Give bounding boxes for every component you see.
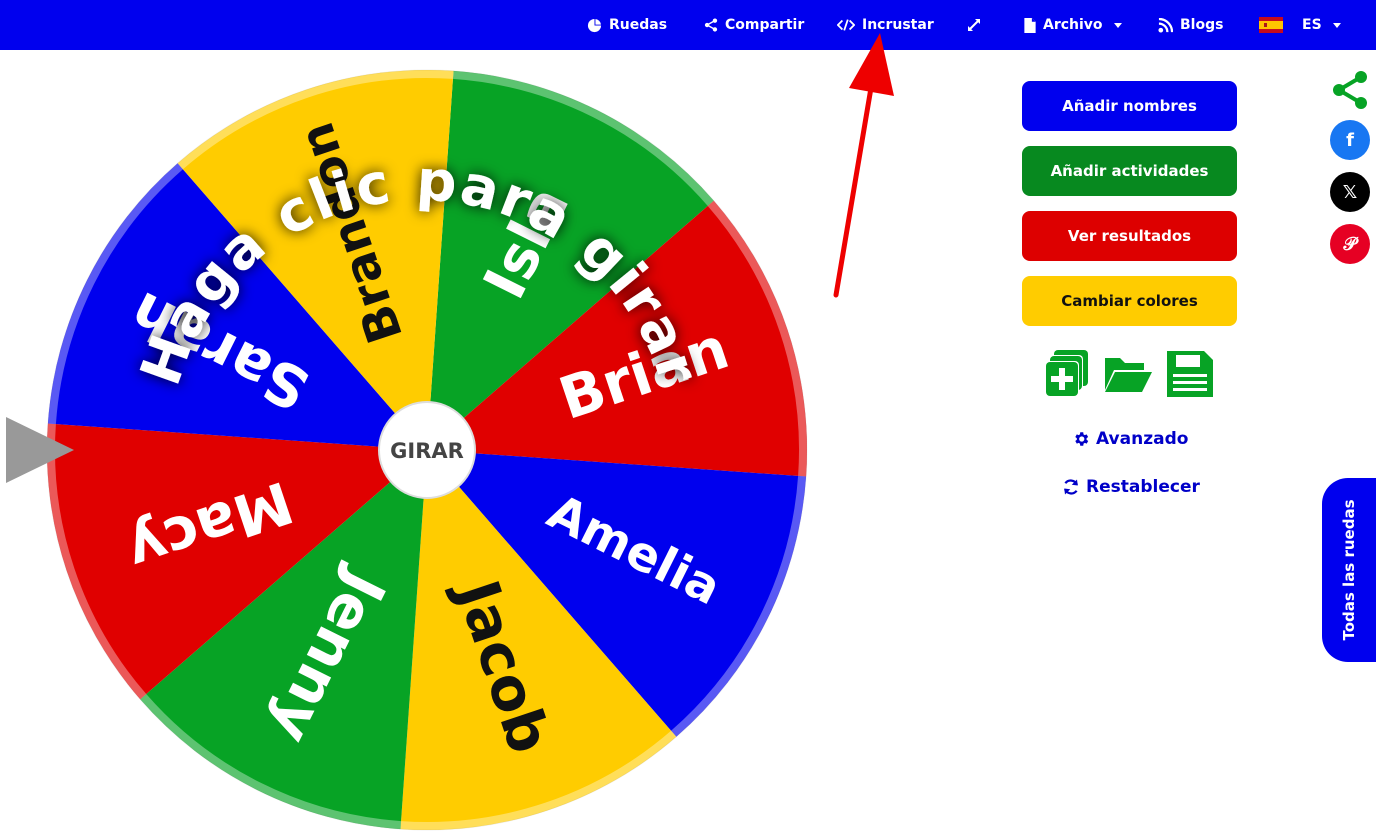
- spin-button-label: GIRAR: [390, 439, 464, 463]
- x-button[interactable]: 𝕏: [1330, 172, 1370, 212]
- save-icon[interactable]: [1164, 348, 1216, 400]
- file-icon: [1024, 17, 1036, 33]
- chevron-down-icon: [1332, 22, 1341, 28]
- nav-language-label: ES: [1302, 17, 1322, 33]
- view-results-button[interactable]: Ver resultados: [1022, 211, 1237, 261]
- nav-embed[interactable]: Incrustar: [837, 0, 934, 50]
- nav-fullscreen[interactable]: [966, 0, 982, 50]
- nav-embed-label: Incrustar: [862, 17, 934, 33]
- chevron-down-icon: [1113, 22, 1122, 28]
- nav-blogs-label: Blogs: [1180, 17, 1224, 33]
- nav-share-label: Compartir: [725, 17, 805, 33]
- gear-icon: [1075, 432, 1089, 446]
- add-activities-button[interactable]: Añadir actividades: [1022, 146, 1237, 196]
- pie-chart-icon: [587, 18, 602, 32]
- code-icon: [837, 19, 855, 31]
- nav-file-label: Archivo: [1043, 17, 1103, 33]
- rss-icon: [1158, 17, 1173, 33]
- spain-flag-icon: [1259, 17, 1283, 33]
- reset-link-label: Restablecer: [1086, 477, 1200, 497]
- facebook-icon: f: [1346, 129, 1354, 151]
- spinner-wheel[interactable]: Isla Brian Amelia Jacob Jenny Macy Sarah Brando…: [0, 50, 840, 836]
- nav-share[interactable]: Compartir: [704, 0, 804, 50]
- expand-icon: [968, 19, 980, 31]
- top-navbar: Ruedas Compartir Incrustar Archivo Blogs…: [0, 0, 1376, 50]
- nav-language[interactable]: ES: [1259, 0, 1341, 50]
- reset-link[interactable]: Restablecer: [1062, 477, 1200, 497]
- share-icon[interactable]: [1330, 70, 1370, 110]
- wheel-pointer-icon: [6, 417, 74, 483]
- new-file-icon[interactable]: [1040, 348, 1092, 400]
- all-wheels-tab-label: Todas las ruedas: [1340, 499, 1358, 641]
- x-icon: 𝕏: [1342, 181, 1358, 203]
- share-icon: [704, 18, 718, 32]
- pinterest-button[interactable]: 𝒫: [1330, 224, 1370, 264]
- wheel-graphic[interactable]: IslaBrianAmeliaJacobJennyMacySarahBrando…: [0, 50, 840, 836]
- add-names-button[interactable]: Añadir nombres: [1022, 81, 1237, 131]
- folder-open-icon[interactable]: [1102, 348, 1154, 400]
- nav-wheels[interactable]: Ruedas: [587, 0, 667, 50]
- facebook-button[interactable]: f: [1330, 120, 1370, 160]
- advanced-link[interactable]: Avanzado: [1072, 429, 1188, 449]
- nav-file[interactable]: Archivo: [1024, 0, 1122, 50]
- file-actions: [1040, 348, 1216, 400]
- nav-blogs[interactable]: Blogs: [1158, 0, 1223, 50]
- all-wheels-tab[interactable]: Todas las ruedas: [1322, 478, 1376, 662]
- advanced-link-label: Avanzado: [1096, 429, 1189, 449]
- nav-wheels-label: Ruedas: [609, 17, 668, 33]
- pinterest-icon: 𝒫: [1343, 233, 1357, 255]
- refresh-icon: [1063, 479, 1079, 495]
- spin-button[interactable]: GIRAR: [378, 401, 476, 499]
- change-colors-button[interactable]: Cambiar colores: [1022, 276, 1237, 326]
